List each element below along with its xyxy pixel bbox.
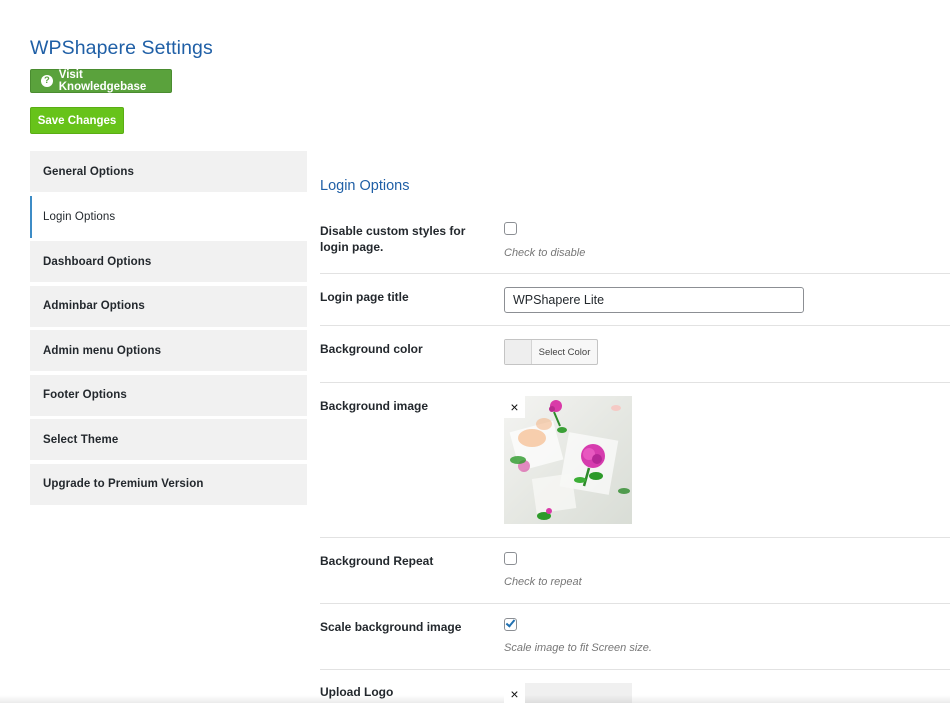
bottom-shadow [0, 695, 950, 703]
background-image-preview: × [504, 396, 632, 524]
sidebar-item-select-theme[interactable]: Select Theme [30, 419, 307, 460]
sidebar-item-label: Select Theme [43, 433, 119, 446]
disable-styles-label: Disable custom styles for login page. [320, 224, 466, 254]
background-repeat-hint: Check to repeat [504, 576, 582, 588]
select-color-label: Select Color [538, 346, 591, 358]
background-repeat-row: Background Repeat Check to repeat [320, 538, 950, 604]
sidebar-item-label: Footer Options [43, 389, 127, 401]
background-image-row: Background image × [320, 383, 950, 538]
background-color-row: Background color Select Color [320, 326, 950, 383]
settings-sidebar: General Options Login Options Dashboard … [30, 151, 307, 508]
select-color-button[interactable]: Select Color [504, 339, 598, 365]
scale-background-hint: Scale image to fit Screen size. [504, 642, 652, 654]
login-title-label: Login page title [320, 290, 409, 304]
sidebar-item-general-options[interactable]: General Options [30, 151, 307, 192]
login-title-row: Login page title WPShapere Lite [320, 274, 950, 326]
remove-logo-icon[interactable]: × [504, 683, 525, 703]
sidebar-item-login-options[interactable]: Login Options [30, 195, 307, 238]
background-color-label: Background color [320, 342, 423, 356]
sidebar-item-dashboard-options[interactable]: Dashboard Options [30, 241, 307, 282]
color-swatch [505, 340, 532, 364]
remove-background-image-icon[interactable]: × [504, 396, 525, 418]
sidebar-item-label: General Options [43, 165, 134, 178]
sidebar-item-adminbar-options[interactable]: Adminbar Options [30, 285, 307, 327]
checkmark-icon [505, 617, 515, 628]
scale-background-checkbox[interactable] [504, 617, 517, 631]
sidebar-item-footer-options[interactable]: Footer Options [30, 374, 307, 416]
page-title: WPShapere Settings [30, 37, 213, 59]
save-changes-button[interactable]: Save Changes [30, 107, 124, 134]
visit-knowledgebase-button[interactable]: ? Visit Knowledgebase [30, 69, 172, 93]
sidebar-item-label: Admin menu Options [43, 344, 162, 357]
sidebar-item-admin-menu-options[interactable]: Admin menu Options [30, 330, 307, 371]
sidebar-item-label: Dashboard Options [43, 255, 152, 268]
disable-styles-row: Disable custom styles for login page. Ch… [320, 206, 950, 274]
sidebar-item-label: Upgrade to Premium Version [43, 478, 204, 490]
background-repeat-checkbox[interactable] [504, 552, 517, 565]
visit-knowledgebase-label: Visit Knowledgebase [58, 69, 147, 93]
disable-styles-hint: Check to disable [504, 247, 586, 259]
sidebar-item-label: Login Options [43, 210, 116, 223]
scale-background-label: Scale background image [320, 620, 462, 634]
disable-styles-checkbox[interactable] [504, 222, 517, 235]
help-icon: ? [41, 75, 53, 87]
sidebar-item-upgrade-premium[interactable]: Upgrade to Premium Version [30, 463, 307, 505]
scale-background-row: Scale background image Scale image to fi… [320, 604, 950, 670]
section-title: Login Options [320, 178, 410, 194]
background-repeat-label: Background Repeat [320, 554, 434, 568]
background-image-label: Background image [320, 399, 429, 413]
login-title-input[interactable]: WPShapere Lite [504, 287, 804, 313]
sidebar-item-label: Adminbar Options [43, 300, 145, 312]
